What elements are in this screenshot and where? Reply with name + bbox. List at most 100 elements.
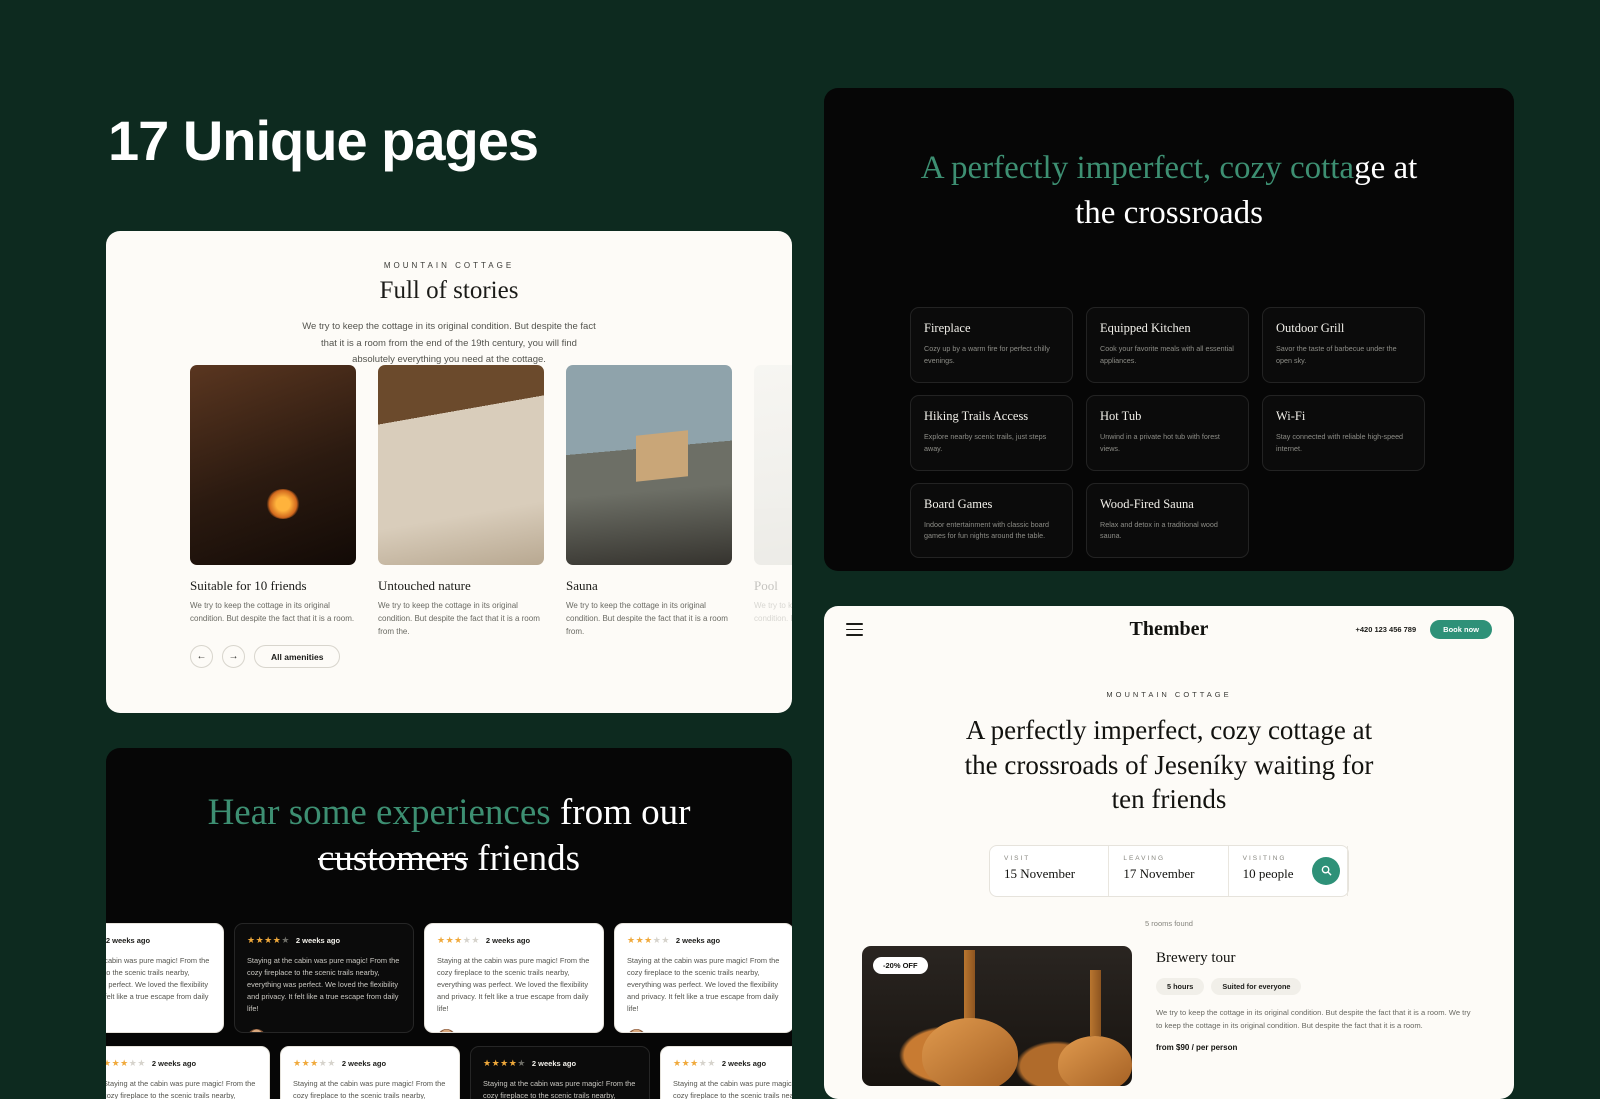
amenity-title: Board Games [924, 496, 993, 511]
story-card[interactable]: Suitable for 10 friends We try to keep t… [190, 365, 356, 638]
review-timestamp: 2 weeks ago [151, 1059, 197, 1068]
review-author-name: Martina Geller [653, 1031, 704, 1032]
amenity-title: Hiking Trails Access [924, 408, 1029, 423]
avatar [627, 1028, 646, 1032]
amenity-card[interactable]: Hiking Trails Access Explore nearby scen… [910, 394, 1073, 471]
stories-eyebrow: MOUNTAIN COTTAGE [383, 261, 515, 270]
review-timestamp: 2 weeks ago [341, 1059, 387, 1068]
story-desc: We try to keep the cottage in its origin… [190, 601, 355, 623]
booking-panel: Thember +420 123 456 789 Book now MOUNTA… [824, 606, 1514, 1099]
book-now-button[interactable]: Book now [1430, 620, 1492, 639]
discount-badge: -20% OFF [873, 956, 928, 974]
listing-title: Brewery tour [1156, 949, 1236, 966]
site-header: Thember +420 123 456 789 Book now [824, 606, 1514, 653]
review-timestamp: 2 weeks ago [531, 1059, 577, 1068]
review-author-name: Martina Geller [106, 1031, 134, 1032]
review-meta: ★★★★★ 2 weeks ago [673, 1058, 792, 1069]
hamburger-menu-icon[interactable] [846, 623, 863, 636]
amenity-card[interactable]: Board Games Indoor entertainment with cl… [910, 482, 1073, 559]
visit-date-field[interactable]: VISIT 15 November [990, 845, 1110, 896]
reviews-heading-strike: customers [317, 837, 469, 879]
amenity-card[interactable]: Equipped Kitchen Cook your favorite meal… [1086, 307, 1249, 383]
listing-price: from $90 / per person [1156, 1042, 1238, 1052]
story-card[interactable]: Sauna We try to keep the cottage in its … [566, 365, 732, 638]
leaving-date-field[interactable]: LEAVING 17 November [1109, 845, 1229, 896]
review-author-name: Martina Geller [273, 1031, 324, 1032]
stories-panel: MOUNTAIN COTTAGE Full of stories We try … [106, 231, 792, 713]
search-icon[interactable] [1312, 856, 1340, 885]
review-card[interactable]: ★★★★★2 weeks agoStaying at the cabin was… [234, 923, 414, 1033]
review-card[interactable]: ★★★★★ 2 weeks ago Staying at the cabin was… [106, 1046, 270, 1099]
amenity-card[interactable]: Outdoor Grill Savor the taste of barbecu… [1262, 307, 1425, 383]
amenities-grid: Fireplace Cozy up by a warm fire for per… [910, 307, 1425, 559]
review-card[interactable]: ★★★★★2 weeks agoStaying at the cabin was… [280, 1046, 460, 1099]
review-text: Staying at the cabin was pure magic! Fro… [106, 1079, 256, 1099]
review-timestamp: 2 weeks ago [721, 1059, 767, 1068]
story-title: Suitable for 10 friends [190, 578, 307, 593]
amenity-card[interactable]: Hot Tub Unwind in a private hot tub with… [1086, 394, 1249, 471]
stories-subtitle: We try to keep the cottage in its origin… [302, 321, 596, 366]
all-amenities-button[interactable]: All amenities [254, 645, 341, 668]
review-card[interactable]: ★★★★★2 weeks agoStaying at the cabin was… [614, 923, 792, 1033]
star-rating-icon: ★★★★★ [437, 935, 480, 945]
listing-info: Brewery tour 5 hours Suited for everyone… [1156, 946, 1476, 1086]
review-meta: ★★★★★ 2 weeks ago [437, 935, 591, 946]
reviews-row-top: ★★★★★ 2 weeks ago Staying at the cabin was… [106, 923, 792, 1033]
review-text: Staying at the cabin was pure magic! Fro… [673, 1079, 792, 1099]
listing-row: -20% OFF Brewery tour 5 hours Suited for… [862, 945, 1476, 1086]
visit-label: VISIT [1004, 854, 1031, 862]
story-desc: We try to keep the cottage in its origin… [754, 601, 792, 623]
review-text: Staying at the cabin was pure magic! Fro… [627, 956, 780, 1013]
listing-image-brewery[interactable]: -20% OFF [862, 945, 1132, 1086]
leaving-label: LEAVING [1123, 854, 1166, 862]
review-card[interactable]: ★★★★★ 2 weeks ago Staying at the cabin was… [660, 1046, 792, 1099]
arrow-left-icon[interactable]: ← [190, 645, 213, 668]
listing-description: We try to keep the cottage in its origin… [1156, 1007, 1471, 1030]
amenity-card[interactable]: Wood-Fired Sauna Relax and detox in a tr… [1086, 482, 1249, 559]
story-card[interactable]: Untouched nature We try to keep the cott… [378, 365, 544, 638]
booking-title: A perfectly imperfect, cozy cottage at t… [964, 715, 1374, 815]
review-timestamp: 2 weeks ago [295, 936, 341, 945]
booking-eyebrow: MOUNTAIN COTTAGE [1106, 690, 1232, 699]
reviews-heading-highlight: Hear some experiences [207, 792, 551, 833]
amenity-card[interactable]: Wi-Fi Stay connected with reliable high-… [1262, 394, 1425, 471]
stories-title: Full of stories [379, 277, 519, 304]
star-rating-icon: ★★★★★ [627, 935, 670, 945]
reviews-row-bottom: ★★★★★ 2 weeks ago Staying at the cabin was… [106, 1046, 792, 1099]
avatar [437, 1028, 456, 1032]
review-author-name: Martina Geller [463, 1031, 514, 1032]
amenity-title: Equipped Kitchen [1100, 321, 1191, 335]
story-image-cabin-interior [190, 365, 356, 565]
story-image-pool [754, 365, 792, 565]
phone-number[interactable]: +420 123 456 789 [1355, 625, 1416, 634]
page-title: 17 Unique pages [108, 109, 539, 172]
amenity-desc: Explore nearby scenic trails, just steps… [924, 431, 1047, 453]
review-author: Martina GellerValtice, Czech Republic [247, 1025, 401, 1032]
arrow-right-icon[interactable]: → [222, 645, 245, 668]
review-author: Martina GellerValtice, Czech Republic [106, 1025, 211, 1032]
leaving-value: 17 November [1123, 865, 1195, 881]
star-rating-icon: ★★★★★ [673, 1058, 716, 1068]
story-card[interactable]: Pool We try to keep the cottage in its o… [754, 365, 792, 638]
review-card[interactable]: ★★★★★ 2 weeks ago Staying at the cabin was… [424, 923, 604, 1033]
review-card[interactable]: ★★★★★2 weeks agoStaying at the cabin was… [106, 923, 224, 1033]
amenity-card[interactable]: Fireplace Cozy up by a warm fire for per… [910, 307, 1073, 383]
review-text: Staying at the cabin was pure magic! Fro… [483, 1079, 636, 1099]
amenity-desc: Savor the taste of barbecue under the op… [1276, 344, 1397, 365]
brewery-decoration [1090, 969, 1101, 1036]
amenity-title: Outdoor Grill [1276, 321, 1345, 335]
story-desc: We try to keep the cottage in its origin… [566, 601, 728, 636]
amenity-title: Wood-Fired Sauna [1100, 496, 1194, 511]
review-timestamp: 2 weeks ago [485, 936, 531, 945]
amenity-desc: Cozy up by a warm fire for perfect chill… [924, 344, 1050, 365]
review-text: Staying at the cabin was pure magic! Fro… [437, 956, 590, 1013]
brewery-decoration [1058, 1035, 1132, 1086]
amenities-heading-highlight: A perfectly imperfect, cozy cotta [920, 150, 1355, 186]
listing-tags: 5 hours Suited for everyone [1156, 977, 1476, 995]
review-card[interactable]: ★★★★★2 weeks agoStaying at the cabin was… [470, 1046, 650, 1099]
reviews-heading-end: friends [477, 837, 581, 879]
visit-value: 15 November [1004, 865, 1076, 881]
review-meta: ★★★★★ 2 weeks ago [106, 1058, 257, 1069]
review-meta: ★★★★★ 2 weeks ago [247, 935, 401, 946]
star-rating-icon: ★★★★★ [106, 1058, 146, 1068]
